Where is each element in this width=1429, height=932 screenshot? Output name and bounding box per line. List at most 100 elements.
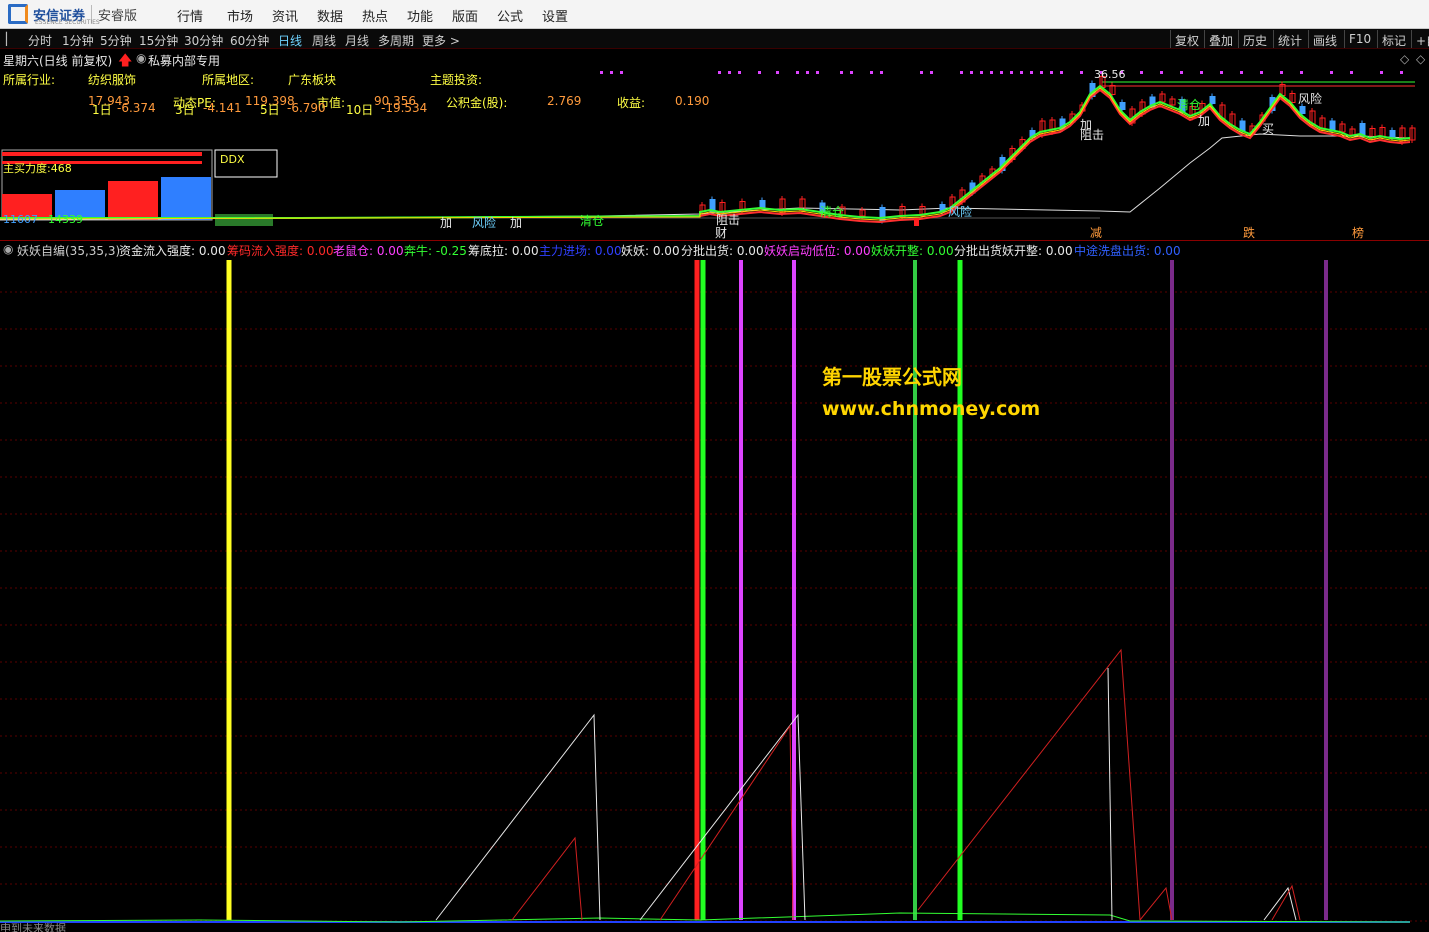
menu-item-function[interactable]: 功能 [407, 6, 433, 25]
signal-dot-14 [880, 71, 883, 74]
watermark-title: 第一股票公式网 [822, 365, 962, 389]
signal-dot-41 [1350, 71, 1353, 74]
signal-dot-23 [1020, 71, 1023, 74]
theme-label: 主题投资: [430, 73, 483, 87]
force-bar-3 [108, 181, 158, 220]
indicator-svg [0, 260, 1429, 923]
period-daily[interactable]: 日线 [278, 32, 302, 49]
change-3d-label: 3日 [175, 103, 195, 117]
change-5d-label: 5日 [260, 103, 280, 117]
period-multi[interactable]: 多周期 [378, 32, 414, 49]
signal-dot-37 [1260, 71, 1263, 74]
candle-body-58 [1389, 130, 1396, 138]
signal-dot-22 [1010, 71, 1013, 74]
indicator-chart[interactable] [0, 258, 1429, 932]
volume-left: 11607 [3, 213, 38, 226]
toolbar-grip-icon: ▏ [6, 32, 16, 46]
indicator-item-0: 资金流入强度: 0.00 [119, 244, 226, 258]
menu-item-market[interactable]: 行情 [177, 6, 203, 25]
signal-dot-43 [1400, 71, 1403, 74]
menu-item-settings[interactable]: 设置 [542, 6, 568, 25]
peak-price-label: 36.56 [1094, 68, 1126, 81]
tool-overlay-button[interactable]: 叠加 [1204, 30, 1237, 48]
menu-bar: 安信证券 ESSENCE SECURITIES 安睿版 行情 市场 资讯 数据 … [0, 0, 1429, 29]
candle-body-31 [1119, 102, 1126, 110]
period-monthly[interactable]: 月线 [345, 32, 369, 49]
menu-item-data[interactable]: 数据 [317, 6, 343, 25]
period-15min[interactable]: 15分钟 [139, 32, 178, 49]
brand-edition: 安睿版 [98, 8, 138, 24]
settings-circle-icon[interactable]: ◉ [136, 51, 146, 65]
menu-item-markets[interactable]: 市场 [227, 6, 253, 25]
region-label: 所属地区: [202, 73, 255, 87]
signal-bar-2 [700, 260, 706, 920]
region-value: 广东板块 [288, 73, 337, 87]
red-flag-mark [914, 218, 919, 226]
tag-risk-3: 风险 [472, 216, 497, 230]
private-label: 私募内部专用 [148, 54, 221, 68]
signal-dot-3 [718, 71, 721, 74]
signal-dot-0 [600, 71, 603, 74]
signal-dot-26 [1050, 71, 1053, 74]
indicator-menu-icon[interactable]: ◉ [3, 242, 13, 256]
expand-icon[interactable]: ◇ [1416, 52, 1425, 66]
tool-custom-button[interactable]: +自 [1411, 30, 1429, 48]
period-60min[interactable]: 60分钟 [230, 32, 269, 49]
change-5d: -6.790 [287, 101, 326, 115]
signal-dot-9 [806, 71, 809, 74]
reserve-label: 公积金(股): [446, 96, 508, 110]
tag-buy-1: 买 [1262, 122, 1275, 136]
tag-block-1: 阻击 [1080, 128, 1105, 142]
signal-bar-7 [1170, 260, 1174, 920]
indicator-item-5: 主力进场: 0.00 [539, 244, 622, 258]
period-5min[interactable]: 5分钟 [100, 32, 132, 49]
candle-body-40 [1209, 96, 1216, 104]
triangle-white-3 [1107, 667, 1113, 921]
change-1d-label: 1日 [92, 103, 112, 117]
signal-dot-39 [1300, 71, 1303, 74]
signal-dot-15 [920, 71, 923, 74]
tool-history-button[interactable]: 历史 [1238, 30, 1271, 48]
collapse-icon[interactable]: ◇ [1400, 52, 1409, 66]
tag-clear-3: 清仓 [580, 214, 605, 228]
menu-item-layout[interactable]: 版面 [452, 6, 478, 25]
change-10d: -19.534 [381, 101, 428, 115]
signal-dot-4 [728, 71, 731, 74]
menu-item-formula[interactable]: 公式 [497, 6, 523, 25]
signal-dot-12 [850, 71, 853, 74]
signal-dot-1 [610, 71, 613, 74]
period-weekly[interactable]: 周线 [312, 32, 336, 49]
menu-item-hot[interactable]: 热点 [362, 6, 388, 25]
period-intraday[interactable]: 分时 [28, 32, 52, 49]
triangle-white-4 [1263, 886, 1297, 921]
triangle-red-1 [511, 836, 583, 921]
signal-bar-0 [226, 260, 232, 920]
signal-dot-5 [738, 71, 741, 74]
period-30min[interactable]: 30分钟 [184, 32, 223, 49]
signal-dot-6 [758, 71, 761, 74]
signal-dot-27 [1060, 71, 1063, 74]
tool-adjust-button[interactable]: 复权 [1170, 30, 1203, 48]
indicator-item-3: 奔牛: -0.25 [404, 244, 467, 258]
eps-label: 收益: [617, 96, 646, 110]
tool-stats-button[interactable]: 统计 [1273, 30, 1306, 48]
main-kline-chart[interactable]: DDX 所属行业: 纺织服饰 所属地区: 广东板块 主题投资: 17.943 动… [0, 68, 1429, 240]
tool-draw-button[interactable]: 画线 [1308, 30, 1341, 48]
tag-add-3: 加 [440, 216, 453, 230]
indicator-name[interactable]: 妖妖自编(35,35,3) [17, 242, 120, 259]
period-1min[interactable]: 1分钟 [62, 32, 94, 49]
industry-value: 纺织服饰 [88, 73, 137, 87]
signal-dot-40 [1330, 71, 1333, 74]
signal-dot-21 [1000, 71, 1003, 74]
tag-risk-2: 风险 [948, 205, 973, 219]
period-more[interactable]: 更多 > [422, 32, 460, 49]
signal-dot-42 [1380, 71, 1383, 74]
tool-f10-button[interactable]: F10 [1344, 30, 1375, 48]
signal-dot-36 [1240, 71, 1243, 74]
green-label-box [215, 214, 273, 226]
main-force-label: 主买力度:468 [3, 162, 72, 175]
tag-clear-2: 清仓 [820, 205, 845, 219]
menu-item-news[interactable]: 资讯 [272, 6, 298, 25]
signal-dot-17 [960, 71, 963, 74]
tool-mark-button[interactable]: 标记 [1377, 30, 1410, 48]
